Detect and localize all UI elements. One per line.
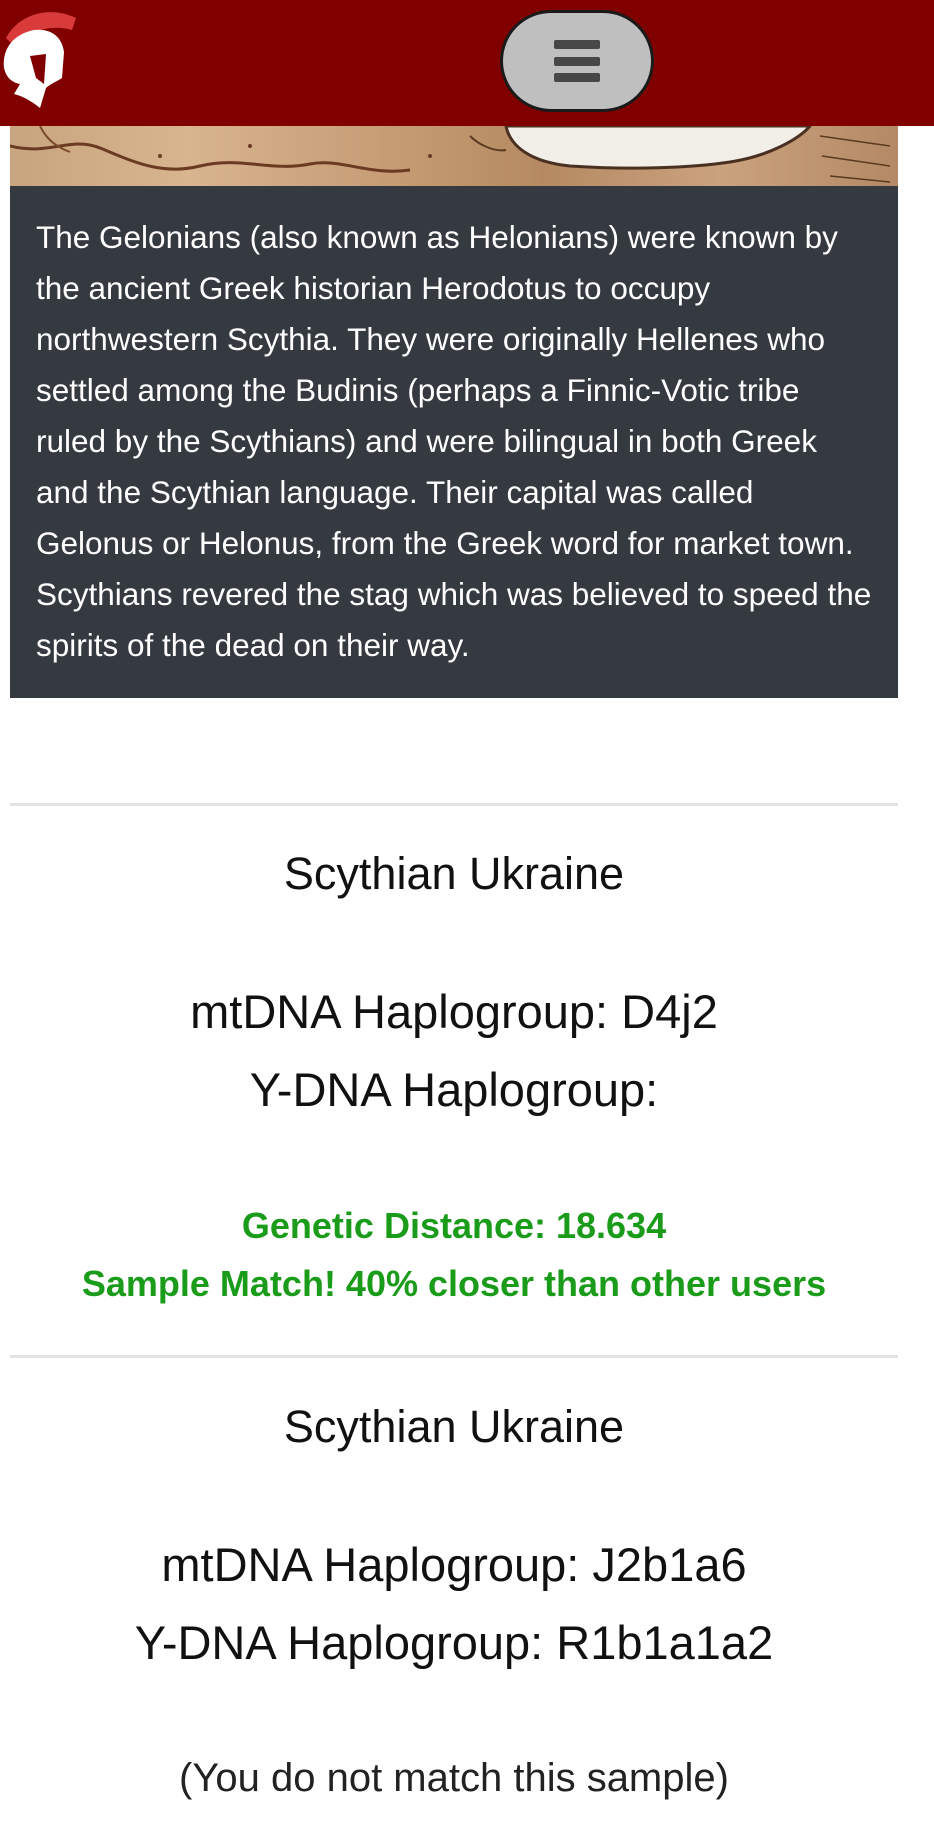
sample-match-status: Sample Match! 40% closer than other user… (81, 1263, 827, 1304)
menu-button[interactable] (500, 10, 654, 112)
site-header (0, 0, 934, 126)
sample-title: Scythian Ukraine (283, 848, 625, 899)
ydna-haplogroup: Y-DNA Haplogroup: (249, 1063, 659, 1116)
hamburger-menu-icon (554, 40, 600, 82)
sample-match-status: (You do not match this sample) (179, 1756, 729, 1800)
map-image (10, 126, 898, 186)
mtdna-haplogroup: mtDNA Haplogroup: D4j2 (190, 985, 718, 1038)
mtdna-haplogroup: mtDNA Haplogroup: J2b1a6 (161, 1538, 747, 1591)
divider (10, 803, 898, 806)
genetic-distance: Genetic Distance: 18.634 (241, 1205, 667, 1246)
divider (10, 1355, 898, 1358)
ydna-haplogroup: Y-DNA Haplogroup: R1b1a1a2 (134, 1616, 774, 1669)
spartan-helmet-icon[interactable] (0, 8, 78, 116)
sample-title: Scythian Ukraine (283, 1401, 625, 1452)
image-caption: The Gelonians (also known as Helonians) … (10, 186, 898, 698)
